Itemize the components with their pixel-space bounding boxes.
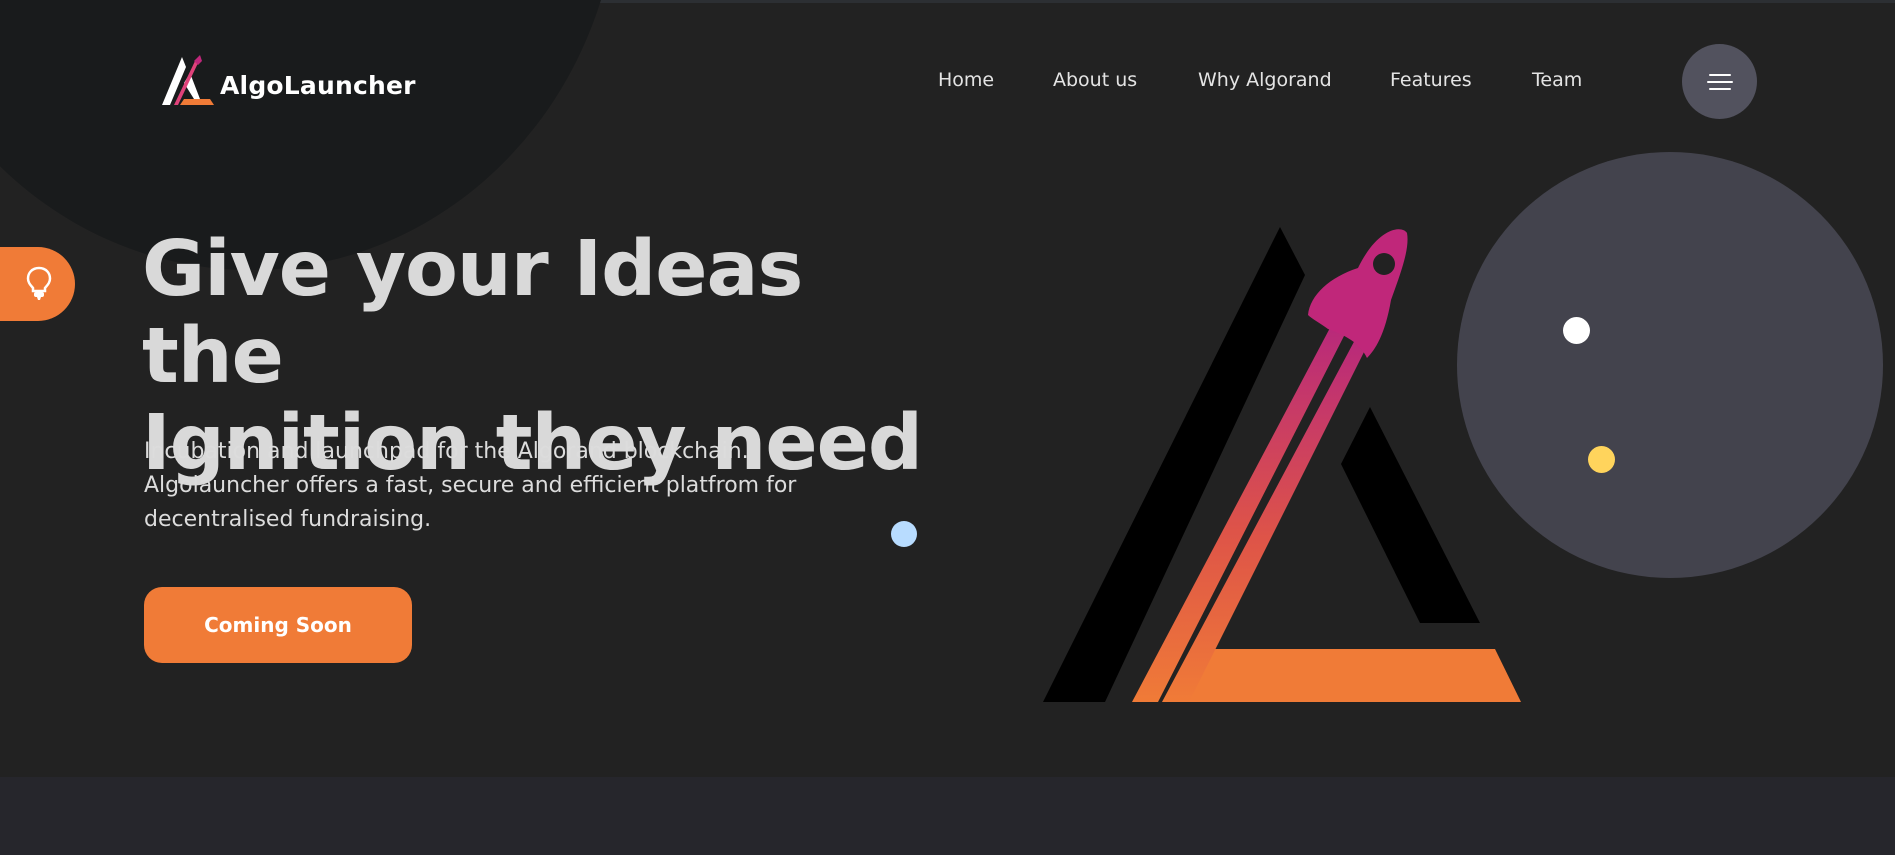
ideas-side-tab[interactable] xyxy=(0,247,75,321)
menu-button[interactable] xyxy=(1682,44,1757,119)
nav-features-link[interactable]: Features xyxy=(1390,69,1472,91)
decorative-white-dot xyxy=(1563,317,1590,344)
nav-home-link[interactable]: Home xyxy=(938,69,994,91)
rocket-triangle-logo-illustration xyxy=(1043,227,1521,702)
hero-subtitle-line-2: Algolauncher offers a fast, secure and e… xyxy=(144,473,797,498)
hero-subtitle-line-1: Incubation and launchpad for the Algoran… xyxy=(144,439,749,464)
brand-logo[interactable]: AlgoLauncher xyxy=(160,52,415,112)
algolauncher-logo-icon xyxy=(162,55,214,105)
coming-soon-button[interactable]: Coming Soon xyxy=(144,587,412,663)
decorative-blue-dot xyxy=(891,521,917,547)
decorative-yellow-dot xyxy=(1588,446,1615,473)
hero-title-line-1: Give your Ideas the xyxy=(142,225,803,401)
nav-why-algorand-link[interactable]: Why Algorand xyxy=(1198,69,1332,91)
hamburger-menu-icon xyxy=(1706,73,1733,90)
hero-subtitle-line-3: decentralised fundraising. xyxy=(144,507,432,532)
landing-page: AlgoLauncher Home About us Why Algorand … xyxy=(0,0,1895,855)
hero-subtitle: Incubation and launchpad for the Algoran… xyxy=(144,435,864,537)
next-section-band xyxy=(0,777,1895,855)
lightbulb-icon xyxy=(26,266,51,300)
nav-about-link[interactable]: About us xyxy=(1053,69,1137,91)
nav-team-link[interactable]: Team xyxy=(1532,69,1582,91)
brand-name: AlgoLauncher xyxy=(220,70,416,100)
